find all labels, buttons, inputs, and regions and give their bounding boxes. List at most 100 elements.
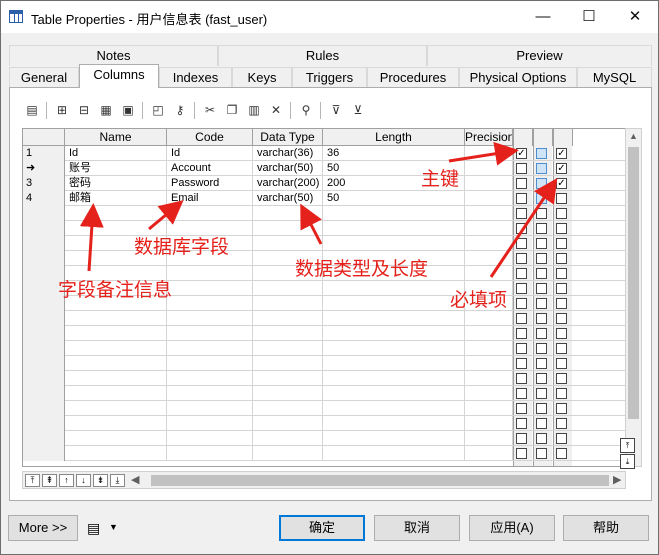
move-down-icon[interactable]: ↓	[76, 474, 91, 487]
cell-precision[interactable]	[465, 431, 513, 446]
cell-data-type[interactable]	[253, 416, 323, 431]
foreign-checkbox[interactable]	[536, 298, 547, 309]
key-icon[interactable]: ⚷	[170, 100, 190, 120]
cell-precision[interactable]	[465, 176, 513, 191]
cell-length[interactable]: 50	[323, 191, 465, 206]
tab-preview[interactable]: Preview	[427, 45, 652, 66]
cell-data-type[interactable]	[253, 221, 323, 236]
move-page-up-icon[interactable]: ⇞	[42, 474, 57, 487]
primary-checkbox[interactable]	[516, 223, 527, 234]
cell-precision[interactable]	[465, 221, 513, 236]
cell-data-type[interactable]	[253, 431, 323, 446]
cell-data-type[interactable]	[253, 386, 323, 401]
primary-checkbox[interactable]	[516, 253, 527, 264]
cell-precision[interactable]	[465, 236, 513, 251]
cell-name[interactable]	[65, 386, 167, 401]
row-header[interactable]	[23, 221, 65, 236]
row-header[interactable]	[23, 356, 65, 371]
cell-length[interactable]	[323, 236, 465, 251]
cell-code[interactable]: Id	[167, 146, 253, 161]
mandatory-checkbox[interactable]	[556, 268, 567, 279]
cell-length[interactable]	[323, 311, 465, 326]
table-row[interactable]: 1 Id Id varchar(36) 36 ✓ ✓	[23, 146, 625, 161]
cancel-button[interactable]: 取消	[374, 515, 460, 541]
row-header[interactable]	[23, 431, 65, 446]
cell-length[interactable]: 36	[323, 146, 465, 161]
mandatory-checkbox[interactable]	[556, 193, 567, 204]
header-data-type[interactable]: Data Type	[253, 129, 323, 146]
row-header[interactable]	[23, 251, 65, 266]
mandatory-checkbox[interactable]	[556, 253, 567, 264]
foreign-checkbox[interactable]	[536, 193, 547, 204]
cell-name[interactable]	[65, 371, 167, 386]
row-header[interactable]	[23, 446, 65, 461]
cell-name[interactable]	[65, 416, 167, 431]
primary-checkbox[interactable]	[516, 448, 527, 459]
move-top-icon[interactable]: ⤒	[25, 474, 40, 487]
close-button[interactable]: ✕	[612, 1, 658, 33]
table-row[interactable]	[23, 206, 625, 221]
row-header[interactable]: ➜	[23, 161, 65, 176]
cell-data-type[interactable]	[253, 281, 323, 296]
foreign-checkbox[interactable]	[536, 418, 547, 429]
foreign-checkbox[interactable]	[536, 388, 547, 399]
delete-icon[interactable]: ✕	[266, 100, 286, 120]
primary-checkbox[interactable]	[516, 178, 527, 189]
cell-data-type[interactable]	[253, 446, 323, 461]
primary-checkbox[interactable]	[516, 238, 527, 249]
primary-checkbox[interactable]	[516, 313, 527, 324]
primary-checkbox[interactable]	[516, 298, 527, 309]
more-button[interactable]: More >>	[8, 515, 78, 541]
header-length[interactable]: Length	[323, 129, 465, 146]
cell-length[interactable]	[323, 221, 465, 236]
table-row[interactable]	[23, 236, 625, 251]
cut-icon[interactable]: ✂	[200, 100, 220, 120]
mandatory-checkbox[interactable]: ✓	[556, 178, 567, 189]
cell-code[interactable]	[167, 341, 253, 356]
foreign-checkbox[interactable]	[536, 373, 547, 384]
foreign-checkbox[interactable]	[536, 253, 547, 264]
cell-length[interactable]	[323, 326, 465, 341]
add-row-icon[interactable]: ⊟	[74, 100, 94, 120]
tab-general[interactable]: General	[9, 67, 79, 88]
cell-precision[interactable]	[465, 386, 513, 401]
foreign-checkbox[interactable]	[536, 223, 547, 234]
cell-code[interactable]	[167, 401, 253, 416]
tab-mysql[interactable]: MySQL	[577, 67, 652, 88]
table-row[interactable]	[23, 431, 625, 446]
cell-code[interactable]	[167, 371, 253, 386]
vertical-scroll-thumb[interactable]	[628, 147, 639, 419]
cell-length[interactable]	[323, 386, 465, 401]
insert-row-icon[interactable]: ⊞	[52, 100, 72, 120]
cell-code[interactable]: Email	[167, 191, 253, 206]
cell-name[interactable]	[65, 356, 167, 371]
cell-precision[interactable]	[465, 326, 513, 341]
mandatory-checkbox[interactable]	[556, 208, 567, 219]
row-header[interactable]	[23, 311, 65, 326]
rename-icon[interactable]: ◰	[148, 100, 168, 120]
cell-data-type[interactable]: varchar(200)	[253, 176, 323, 191]
mandatory-checkbox[interactable]	[556, 328, 567, 339]
cell-name[interactable]	[65, 326, 167, 341]
tab-triggers[interactable]: Triggers	[292, 67, 367, 88]
page-down-icon[interactable]: ⤓	[620, 454, 635, 469]
help-button[interactable]: 帮助	[563, 515, 649, 541]
cell-data-type[interactable]	[253, 236, 323, 251]
row-header[interactable]	[23, 341, 65, 356]
cell-code[interactable]	[167, 356, 253, 371]
primary-checkbox[interactable]	[516, 433, 527, 444]
primary-checkbox[interactable]	[516, 208, 527, 219]
table-row[interactable]: 4 邮箱 Email varchar(50) 50	[23, 191, 625, 206]
header-code[interactable]: Code	[167, 129, 253, 146]
cell-name[interactable]	[65, 341, 167, 356]
paste-icon[interactable]: ▥	[244, 100, 264, 120]
primary-checkbox[interactable]	[516, 163, 527, 174]
row-header[interactable]: 3	[23, 176, 65, 191]
primary-checkbox[interactable]	[516, 388, 527, 399]
primary-checkbox[interactable]	[516, 418, 527, 429]
cell-length[interactable]	[323, 296, 465, 311]
cell-length[interactable]	[323, 416, 465, 431]
table-row[interactable]: ➜ 账号 Account varchar(50) 50 ✓	[23, 161, 625, 176]
foreign-checkbox[interactable]	[536, 448, 547, 459]
row-header[interactable]	[23, 236, 65, 251]
